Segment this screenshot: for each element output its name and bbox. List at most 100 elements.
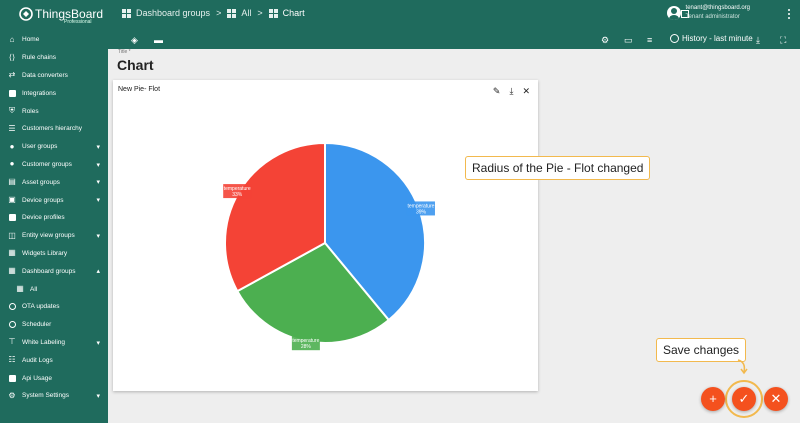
breadcrumb-label: All	[241, 8, 252, 18]
integrations-icon	[8, 89, 16, 97]
widgets-icon: ▦	[8, 248, 16, 258]
data-converters-icon: ⇄	[8, 70, 16, 80]
cancel-button[interactable]: ✕	[764, 387, 788, 411]
sidebar-item-rule-chains[interactable]: ⟨⟩ Rule chains	[0, 49, 108, 67]
arrow-down-icon	[737, 359, 748, 375]
dashboard-toolbar: ◈ ▬ ⚙ ▭ ≡ History - last minute ⤓ ⛶	[108, 31, 800, 49]
title-hint: Title *	[118, 49, 131, 55]
pie-chart: temperature39% temperature28% temperature3…	[223, 141, 435, 351]
history-icon	[670, 34, 679, 43]
sidebar-item-white-labeling[interactable]: ⊤ White Labeling ▾	[0, 334, 108, 352]
sidebar-item-api-usage[interactable]: Api Usage	[0, 369, 108, 387]
breadcrumb-separator: >	[257, 8, 263, 18]
sidebar-item-device-groups[interactable]: ▣ Device groups ▾	[0, 191, 108, 209]
timewindow-button[interactable]: History - last minute	[670, 34, 753, 43]
sidebar-item-device-profiles[interactable]: Device profiles	[0, 209, 108, 227]
sidebar-item-data-converters[interactable]: ⇄ Data converters	[0, 67, 108, 85]
sidebar-item-label: Dashboard groups	[22, 267, 76, 275]
assets-icon: ▤	[8, 177, 16, 187]
sidebar-item-label: Home	[22, 36, 40, 44]
sidebar-item-label: Asset groups	[22, 178, 60, 186]
pie-slice-label: temperature39%	[406, 201, 435, 216]
breadcrumb-separator: >	[216, 8, 222, 18]
timewindow-label: History - last minute	[682, 34, 753, 43]
pie-slice-percent: 28%	[301, 344, 312, 350]
breadcrumb-all[interactable]: All	[227, 8, 251, 18]
customers-icon: ●	[9, 159, 15, 169]
fullscreen-icon[interactable]: ⛶	[780, 35, 786, 45]
sidebar-item-all[interactable]: ▦ All	[0, 280, 108, 298]
sidebar-item-label: Roles	[22, 107, 39, 115]
sidebar-item-customers-hierarchy[interactable]: ☰ Customers hierarchy	[0, 120, 108, 138]
save-button[interactable]: ✓	[732, 387, 756, 411]
sidebar-item-label: OTA updates	[22, 303, 60, 311]
settings-icon[interactable]: ⚙	[601, 35, 609, 45]
breadcrumb-label: Chart	[282, 8, 305, 18]
chevron-down-icon: ▾	[96, 339, 100, 347]
dashboard-states-icon[interactable]: ▬	[154, 35, 163, 45]
sidebar-item-label: Device profiles	[22, 214, 65, 222]
sidebar-item-label: White Labeling	[22, 338, 65, 346]
entity-aliases-icon[interactable]: ▭	[624, 35, 633, 45]
grid-icon: ▦	[16, 284, 24, 294]
sidebar: ⌂ Home ⟨⟩ Rule chains ⇄ Data converters …	[0, 31, 108, 423]
sidebar-item-label: Data converters	[22, 71, 68, 79]
grid-icon	[122, 8, 131, 18]
account-icon	[666, 6, 681, 20]
roles-icon: ⛨	[9, 106, 15, 116]
sidebar-item-label: Widgets Library	[22, 249, 68, 257]
radius-changed-callout: Radius of the Pie - Flot changed	[465, 156, 651, 180]
audit-logs-icon: ☷	[8, 355, 16, 365]
layers-icon[interactable]: ◈	[131, 35, 138, 45]
filter-icon[interactable]: ≡	[647, 35, 652, 45]
sidebar-item-audit-logs[interactable]: ☷ Audit Logs	[0, 351, 108, 369]
sidebar-item-entity-view-groups[interactable]: ◫ Entity view groups ▾	[0, 227, 108, 245]
add-widget-button[interactable]: +	[701, 387, 725, 411]
sidebar-item-roles[interactable]: ⛨ Roles	[0, 102, 108, 120]
sidebar-item-scheduler[interactable]: Scheduler	[0, 316, 108, 334]
api-usage-icon	[8, 374, 16, 382]
brand-sub: Professional	[64, 19, 92, 25]
chevron-down-icon: ▾	[96, 392, 100, 400]
more-vert-icon[interactable]	[788, 9, 790, 19]
sidebar-item-label: All	[30, 285, 38, 293]
sidebar-item-label: Device groups	[22, 196, 64, 204]
bottom-strip	[0, 423, 800, 437]
thingsboard-logo-icon	[19, 7, 33, 21]
sidebar-item-label: Customer groups	[22, 160, 72, 168]
home-icon: ⌂	[9, 34, 15, 44]
chevron-down-icon: ▾	[96, 143, 100, 151]
sidebar-item-system-settings[interactable]: ⚙ System Settings ▾	[0, 387, 108, 405]
sidebar-item-home[interactable]: ⌂ Home	[0, 31, 108, 49]
entity-views-icon: ◫	[8, 230, 16, 240]
chevron-down-icon: ▾	[96, 179, 100, 187]
scheduler-icon	[8, 321, 16, 329]
devices-icon: ▣	[8, 195, 16, 205]
pie-slice-label: temperature28%	[291, 336, 320, 351]
device-profiles-icon	[8, 214, 16, 222]
breadcrumb: Dashboard groups > All > Chart	[122, 8, 305, 18]
pie-widget[interactable]: New Pie- Flot ✎ ⤓ ✕ temperature 39% temper…	[113, 80, 538, 391]
chevron-down-icon: ▾	[96, 197, 100, 205]
sidebar-item-asset-groups[interactable]: ▤ Asset groups ▾	[0, 173, 108, 191]
pie-slice-label: temperature33%	[223, 184, 252, 199]
sidebar-item-widgets-library[interactable]: ▦ Widgets Library	[0, 245, 108, 263]
sidebar-item-dashboard-groups[interactable]: ▦ Dashboard groups ▴	[0, 262, 108, 280]
grid-icon	[227, 8, 237, 18]
sidebar-item-label: Scheduler	[22, 321, 52, 329]
breadcrumb-dashboard-groups[interactable]: Dashboard groups	[122, 8, 210, 18]
breadcrumb-label: Dashboard groups	[136, 8, 211, 18]
sidebar-item-user-groups[interactable]: ● User groups ▾	[0, 138, 108, 156]
download-icon[interactable]: ⤓	[756, 35, 760, 45]
chevron-down-icon: ▾	[96, 161, 100, 169]
sidebar-item-ota-updates[interactable]: OTA updates	[0, 298, 108, 316]
sidebar-item-label: System Settings	[22, 392, 69, 400]
sidebar-item-label: User groups	[22, 143, 58, 151]
sidebar-item-customer-groups[interactable]: ● Customer groups ▾	[0, 156, 108, 174]
settings-icon: ⚙	[8, 390, 16, 400]
sidebar-item-integrations[interactable]: Integrations	[0, 84, 108, 102]
user-menu[interactable]: tenant@thingsboard.org Tenant administra…	[666, 4, 750, 22]
dashboards-icon: ▦	[8, 266, 16, 276]
chevron-down-icon: ▾	[96, 232, 100, 240]
page-title[interactable]: Chart	[117, 57, 154, 73]
